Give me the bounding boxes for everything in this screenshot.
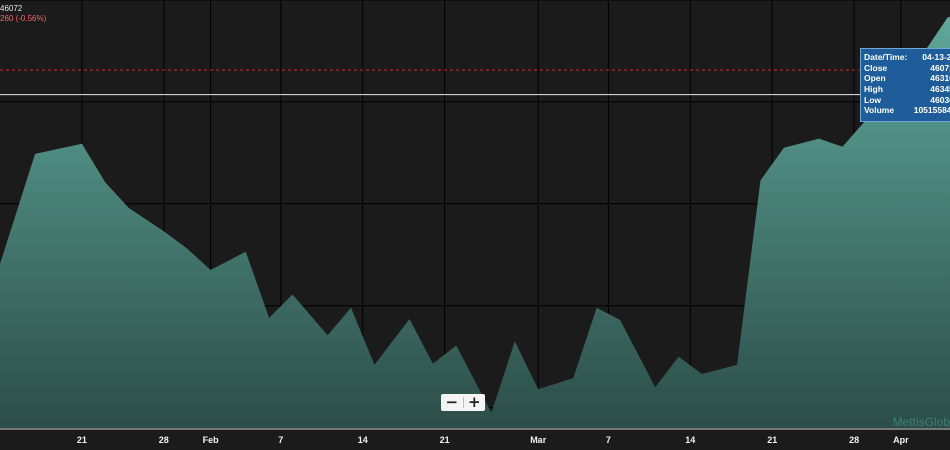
price-area [0,16,950,428]
zoom-control: − + [441,394,485,411]
x-tick-label: 21 [767,435,777,445]
area-layer [0,16,950,428]
zoom-in-button[interactable]: + [464,394,486,411]
tooltip-row-volume: Volume 1051558400 [861,105,950,116]
x-tick-label: Feb [203,435,220,445]
tooltip-value: 46349.6 [930,84,950,95]
x-tick-label: 28 [849,435,859,445]
x-axis: 2128Feb71421Mar7142128Apr7 [0,428,950,445]
tooltip-row-datetime: Date/Time: 04-13-201 [861,52,950,63]
tooltip-label: Volume [864,105,895,116]
x-tick-label: 14 [358,435,368,445]
x-tick-label: 28 [159,435,169,445]
tooltip-value: 46310.4 [930,73,950,84]
price-change: 260 (-0.56%) [0,14,47,23]
tooltip-label: Open [864,73,886,84]
x-tick-label: 21 [77,435,87,445]
watermark: MettisGlob [892,415,950,429]
data-tooltip: Date/Time: 04-13-201 Close 46071.8 Open 463… [860,48,950,122]
x-tick-label: 21 [440,435,450,445]
tooltip-row-open: Open 46310.4 [861,73,950,84]
tooltip-row-high: High 46349.6 [861,84,950,95]
x-tick-label: 7 [606,435,611,445]
tooltip-value: 1051558400 [913,105,950,116]
tooltip-value: 46036.2 [930,94,950,105]
zoom-out-button[interactable]: − [441,394,463,411]
last-price: 46072 [0,4,23,13]
x-tick-label: 7 [278,435,283,445]
tooltip-label: Close [864,62,888,73]
tooltip-label: Low [864,94,881,105]
tooltip-value: 04-13-201 [922,52,950,63]
tooltip-label: High [864,84,883,95]
price-info: 46072 260 (-0.56%) [0,4,46,24]
tooltip-row-close: Close 46071.8 [861,63,950,74]
tooltip-label: Date/Time: [864,52,908,63]
x-tick-label: Apr [893,435,909,445]
stock-area-chart: 2128Feb71421Mar7142128Apr7 [0,0,950,445]
line-layer [0,69,950,96]
tooltip-row-low: Low 46036.2 [861,94,950,105]
x-tick-label: 14 [685,435,695,445]
x-tick-label: Mar [530,435,547,445]
tooltip-value: 46071.8 [930,62,950,73]
